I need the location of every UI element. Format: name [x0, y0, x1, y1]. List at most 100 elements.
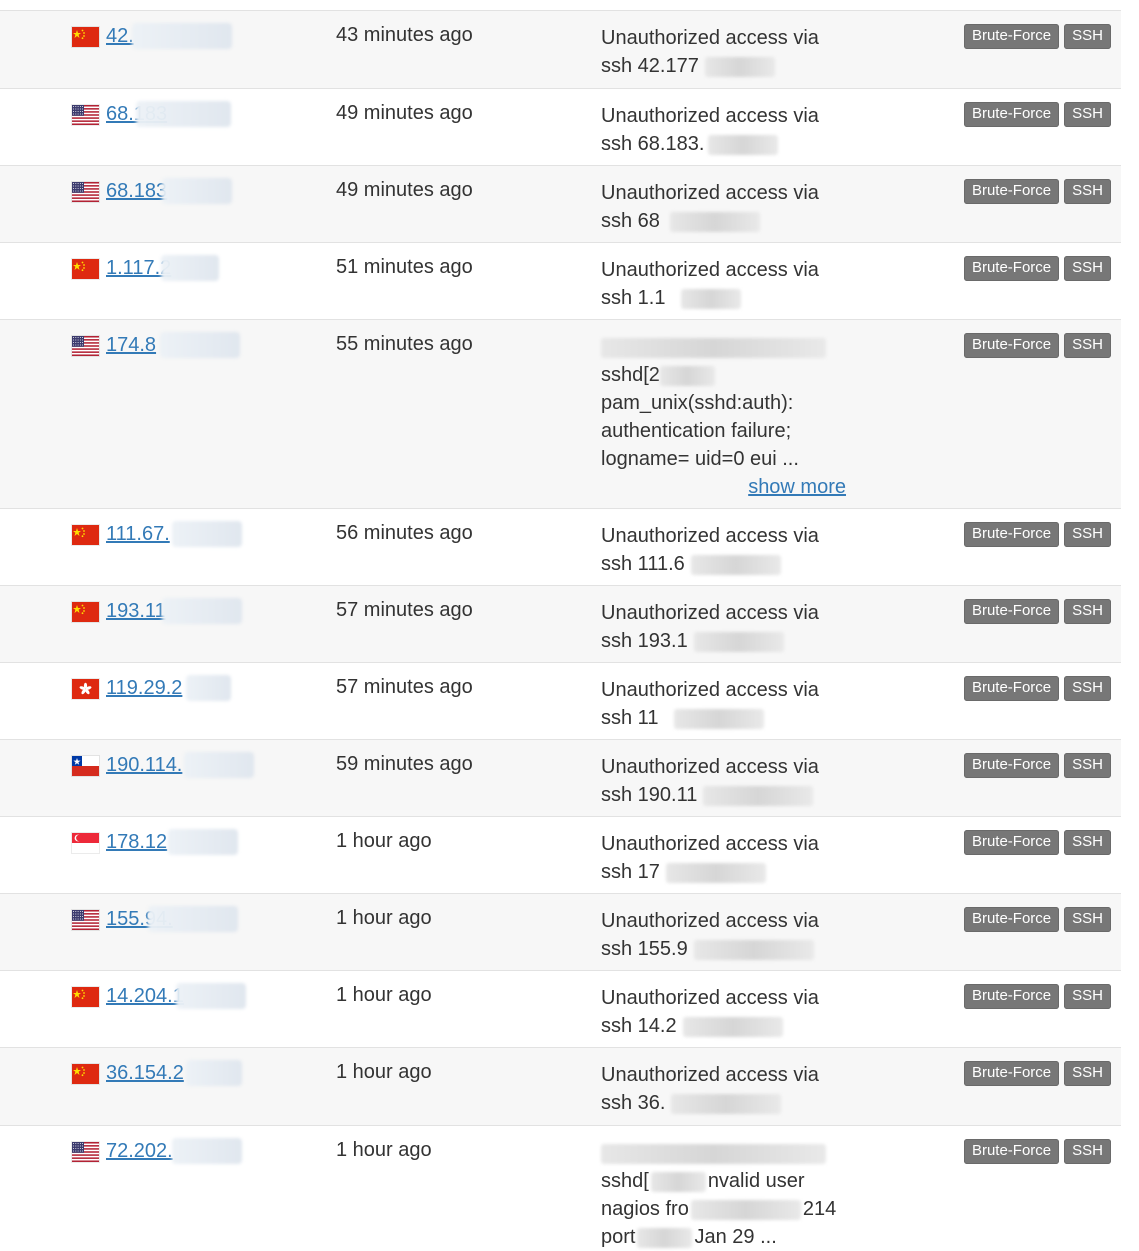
- table-row: 1.117.2 51 minutes ago Unauthorized access…: [0, 242, 1121, 319]
- report-comment: Unauthorized access via ssh 1.1: [601, 256, 851, 312]
- category-tags: Brute-Force SSH: [963, 676, 1111, 701]
- category-tag-brute-force[interactable]: Brute-Force: [963, 676, 1060, 701]
- report-time: 1 hour ago: [336, 1139, 432, 1161]
- category-tags: Brute-Force SSH: [963, 179, 1111, 204]
- ip-address-link[interactable]: 174.8: [106, 332, 240, 358]
- category-tag-ssh[interactable]: SSH: [1064, 522, 1111, 547]
- comment-line: [601, 333, 851, 361]
- category-tag-ssh[interactable]: SSH: [1064, 256, 1111, 281]
- report-time: 1 hour ago: [336, 830, 432, 852]
- redaction-mask: [136, 101, 231, 127]
- redaction-mask: [186, 1060, 242, 1086]
- table-row: 178.12 1 hour ago Unauthorized access via s…: [0, 816, 1121, 893]
- table-row: 68.183 49 minutes ago Unauthorized access …: [0, 165, 1121, 242]
- category-tag-ssh[interactable]: SSH: [1064, 102, 1111, 127]
- country-flag-us-icon: [72, 1141, 99, 1162]
- category-tag-ssh[interactable]: SSH: [1064, 1061, 1111, 1086]
- country-flag-hk-icon: [72, 678, 99, 699]
- report-time: 1 hour ago: [336, 984, 432, 1006]
- ip-address-link[interactable]: 111.67.: [106, 521, 242, 547]
- category-tag-ssh[interactable]: SSH: [1064, 907, 1111, 932]
- comment-line: Unauthorized access via: [601, 1064, 819, 1086]
- comment-line: nagios fro 214: [601, 1198, 837, 1220]
- ip-address-link[interactable]: 155.94.: [106, 906, 238, 932]
- category-tags: Brute-Force SSH: [963, 1139, 1111, 1164]
- category-tags: Brute-Force SSH: [963, 830, 1111, 855]
- ip-address-link[interactable]: 68.183: [106, 101, 231, 127]
- redaction-mask: [172, 521, 242, 547]
- category-tag-brute-force[interactable]: Brute-Force: [963, 256, 1060, 281]
- comment-line: Unauthorized access via: [601, 525, 819, 547]
- comment-line: ssh 17: [601, 858, 851, 886]
- redaction-mask: [160, 332, 240, 358]
- ip-cell: 14.204.1: [72, 983, 246, 1009]
- category-tag-ssh[interactable]: SSH: [1064, 830, 1111, 855]
- table-row: 42. 43 minutes ago Unauthorized access via…: [0, 10, 1121, 88]
- report-comment: Unauthorized access via ssh 111.6: [601, 522, 851, 578]
- comment-line: Unauthorized access via: [601, 602, 819, 624]
- ip-address-link[interactable]: 68.183: [106, 178, 232, 204]
- ip-cell: 68.183: [72, 178, 232, 204]
- redaction-mask: [601, 337, 826, 358]
- report-comment: Unauthorized access via ssh 68.183.: [601, 102, 851, 158]
- category-tag-ssh[interactable]: SSH: [1064, 333, 1111, 358]
- ip-address-link[interactable]: 42.: [106, 23, 232, 49]
- category-tag-brute-force[interactable]: Brute-Force: [963, 522, 1060, 547]
- redaction-mask: [690, 554, 781, 575]
- ip-address-link[interactable]: 1.117.2: [106, 255, 219, 281]
- category-tag-ssh[interactable]: SSH: [1064, 984, 1111, 1009]
- redaction-mask: [161, 255, 219, 281]
- ip-address-link[interactable]: 14.204.1: [106, 983, 246, 1009]
- comment-line: sshd[2: [601, 361, 851, 389]
- report-time: 1 hour ago: [336, 907, 432, 929]
- ip-address-link[interactable]: 178.12: [106, 829, 238, 855]
- redaction-mask: [669, 211, 760, 232]
- report-comment: Unauthorized access via ssh 42.177: [601, 24, 851, 80]
- ip-cell: 1.117.2: [72, 255, 219, 281]
- category-tag-ssh[interactable]: SSH: [1064, 753, 1111, 778]
- redaction-mask: [693, 631, 784, 652]
- category-tag-brute-force[interactable]: Brute-Force: [963, 179, 1060, 204]
- category-tag-brute-force[interactable]: Brute-Force: [963, 599, 1060, 624]
- category-tag-ssh[interactable]: SSH: [1064, 179, 1111, 204]
- comment-line: ssh 11: [601, 704, 851, 732]
- report-time: 55 minutes ago: [336, 333, 473, 355]
- table-row: 72.202. 1 hour ago sshd[nvalid user nagios …: [0, 1125, 1121, 1251]
- category-tag-brute-force[interactable]: Brute-Force: [963, 333, 1060, 358]
- ip-cell: 155.94.: [72, 906, 238, 932]
- table-row: 155.94. 1 hour ago Unauthorized access via…: [0, 893, 1121, 970]
- redaction-mask: [176, 983, 246, 1009]
- category-tags: Brute-Force SSH: [963, 256, 1111, 281]
- category-tag-brute-force[interactable]: Brute-Force: [963, 830, 1060, 855]
- ip-cell: 190.114.: [72, 752, 254, 778]
- ip-address-link[interactable]: 72.202.: [106, 1138, 242, 1164]
- redaction-mask: [690, 1199, 801, 1220]
- category-tag-ssh[interactable]: SSH: [1064, 599, 1111, 624]
- category-tag-brute-force[interactable]: Brute-Force: [963, 753, 1060, 778]
- ip-address-link[interactable]: 190.114.: [106, 752, 254, 778]
- category-tag-brute-force[interactable]: Brute-Force: [963, 24, 1060, 49]
- comment-line: Unauthorized access via: [601, 182, 819, 204]
- category-tags: Brute-Force SSH: [963, 753, 1111, 778]
- comment-line: ssh 36.: [601, 1089, 851, 1117]
- show-more-link[interactable]: show more: [601, 473, 846, 501]
- redaction-mask: [703, 785, 814, 806]
- category-tag-brute-force[interactable]: Brute-Force: [963, 984, 1060, 1009]
- ip-address-link[interactable]: 119.29.2: [106, 675, 231, 701]
- category-tag-brute-force[interactable]: Brute-Force: [963, 1061, 1060, 1086]
- category-tag-brute-force[interactable]: Brute-Force: [963, 907, 1060, 932]
- category-tag-brute-force[interactable]: Brute-Force: [963, 102, 1060, 127]
- ip-cell: 111.67.: [72, 521, 242, 547]
- ip-address-link[interactable]: 36.154.2: [106, 1060, 242, 1086]
- ip-address-link[interactable]: 193.11: [106, 598, 242, 624]
- category-tag-ssh[interactable]: SSH: [1064, 1139, 1111, 1164]
- redaction-mask: [682, 1016, 783, 1037]
- category-tags: Brute-Force SSH: [963, 599, 1111, 624]
- comment-line: authentication failure;: [601, 420, 792, 442]
- category-tag-ssh[interactable]: SSH: [1064, 24, 1111, 49]
- category-tag-brute-force[interactable]: Brute-Force: [963, 1139, 1060, 1164]
- redaction-mask: [162, 178, 232, 204]
- comment-line: ssh 68: [601, 207, 851, 235]
- category-tag-ssh[interactable]: SSH: [1064, 676, 1111, 701]
- country-flag-cn-icon: [72, 601, 99, 622]
